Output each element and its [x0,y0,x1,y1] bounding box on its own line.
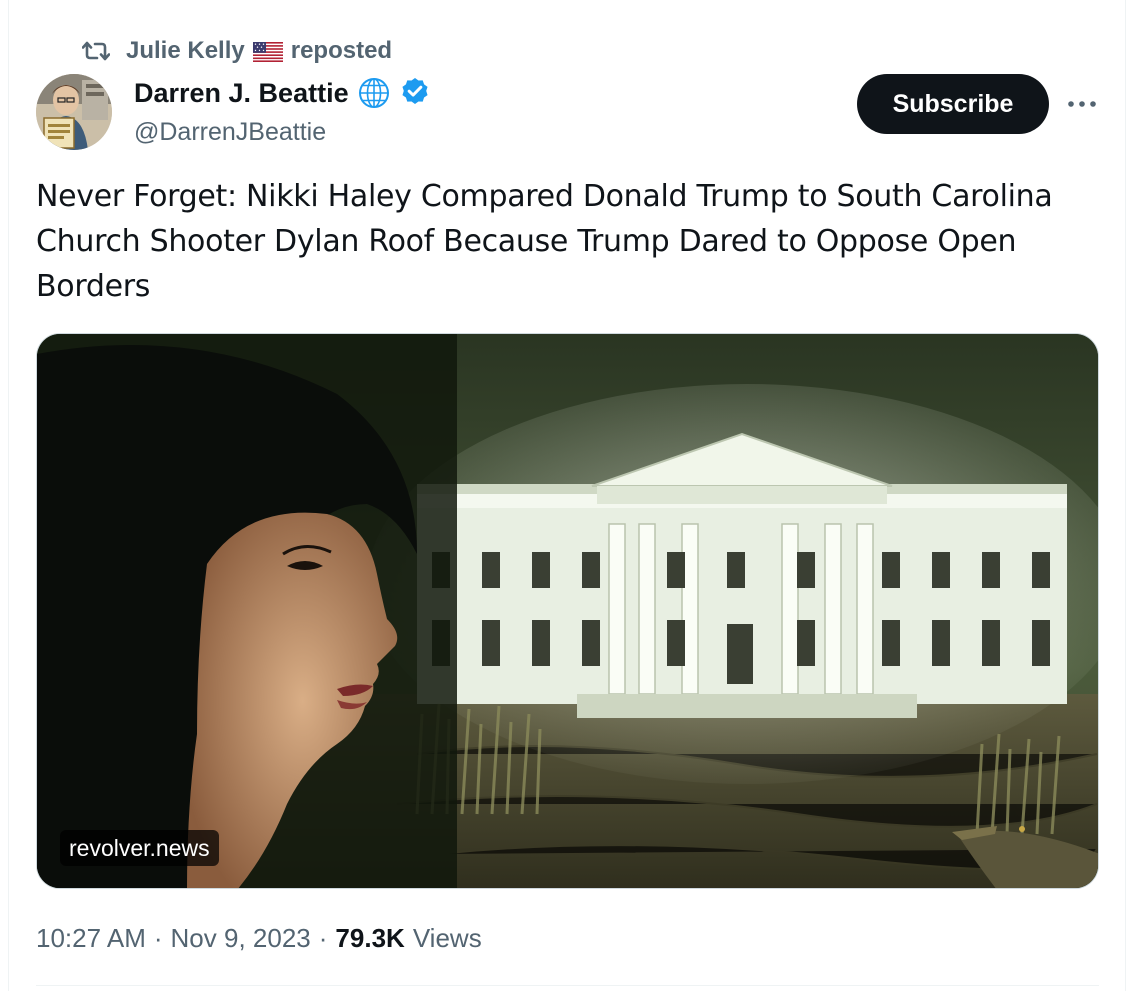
globe-icon [357,76,391,110]
more-options-icon [1067,95,1097,113]
author-handle[interactable]: @DarrenJBeattie [134,118,433,147]
meta-separator: · [153,922,163,953]
avatar[interactable] [36,74,112,150]
tweet-date-link[interactable]: Nov 9, 2023 [171,923,311,954]
repost-label: reposted [290,37,393,64]
repost-icon [80,36,112,66]
author-block: Darren J. Beattie @DarrenJBeattie [134,74,433,147]
tweet-time-link[interactable]: 10:27 AM [36,923,146,954]
verified-badge-icon[interactable] [399,76,433,110]
meta-separator: · [318,922,328,953]
author-name[interactable]: Darren J. Beattie [134,78,349,109]
media-source-label: revolver.news [60,830,219,866]
subscribe-button[interactable]: Subscribe [857,74,1049,134]
tweet-meta: 10:27 AM · Nov 9, 2023 · 79.3K Views [36,918,482,958]
tweet-media-image[interactable] [36,333,1099,889]
tweet-text: Never Forget: Nikki Haley Compared Donal… [36,179,1053,304]
repost-user-link[interactable]: Julie Kelly [126,37,245,65]
us-flag-icon [252,41,283,62]
more-options-button[interactable] [1062,88,1102,120]
views-label: Views [412,922,482,953]
repost-header: Julie Kelly reposted [80,36,392,66]
divider [36,985,1099,986]
views-count: 79.3K [335,922,405,953]
